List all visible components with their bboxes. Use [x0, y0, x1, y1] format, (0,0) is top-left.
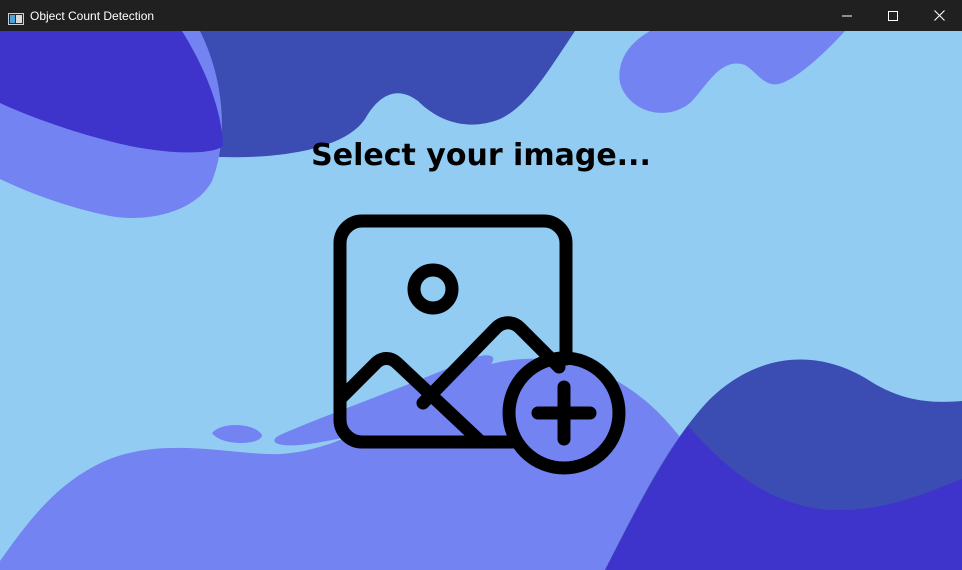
minimize-button[interactable] [824, 0, 870, 31]
app-window-icon [8, 10, 24, 25]
caption-buttons [824, 0, 962, 31]
select-image-button[interactable] [328, 209, 632, 481]
title-bar[interactable]: Object Count Detection [0, 0, 962, 31]
add-image-icon [333, 214, 626, 475]
window-title: Object Count Detection [30, 8, 155, 23]
maximize-button[interactable] [870, 0, 916, 31]
select-image-heading: Select your image... [311, 138, 651, 173]
app-window: Object Count Detection Select your image… [0, 0, 962, 570]
close-icon [933, 10, 945, 21]
minimize-icon [842, 11, 852, 21]
maximize-icon [888, 10, 898, 21]
close-button[interactable] [916, 0, 962, 31]
client-area: Select your image... [0, 31, 962, 570]
